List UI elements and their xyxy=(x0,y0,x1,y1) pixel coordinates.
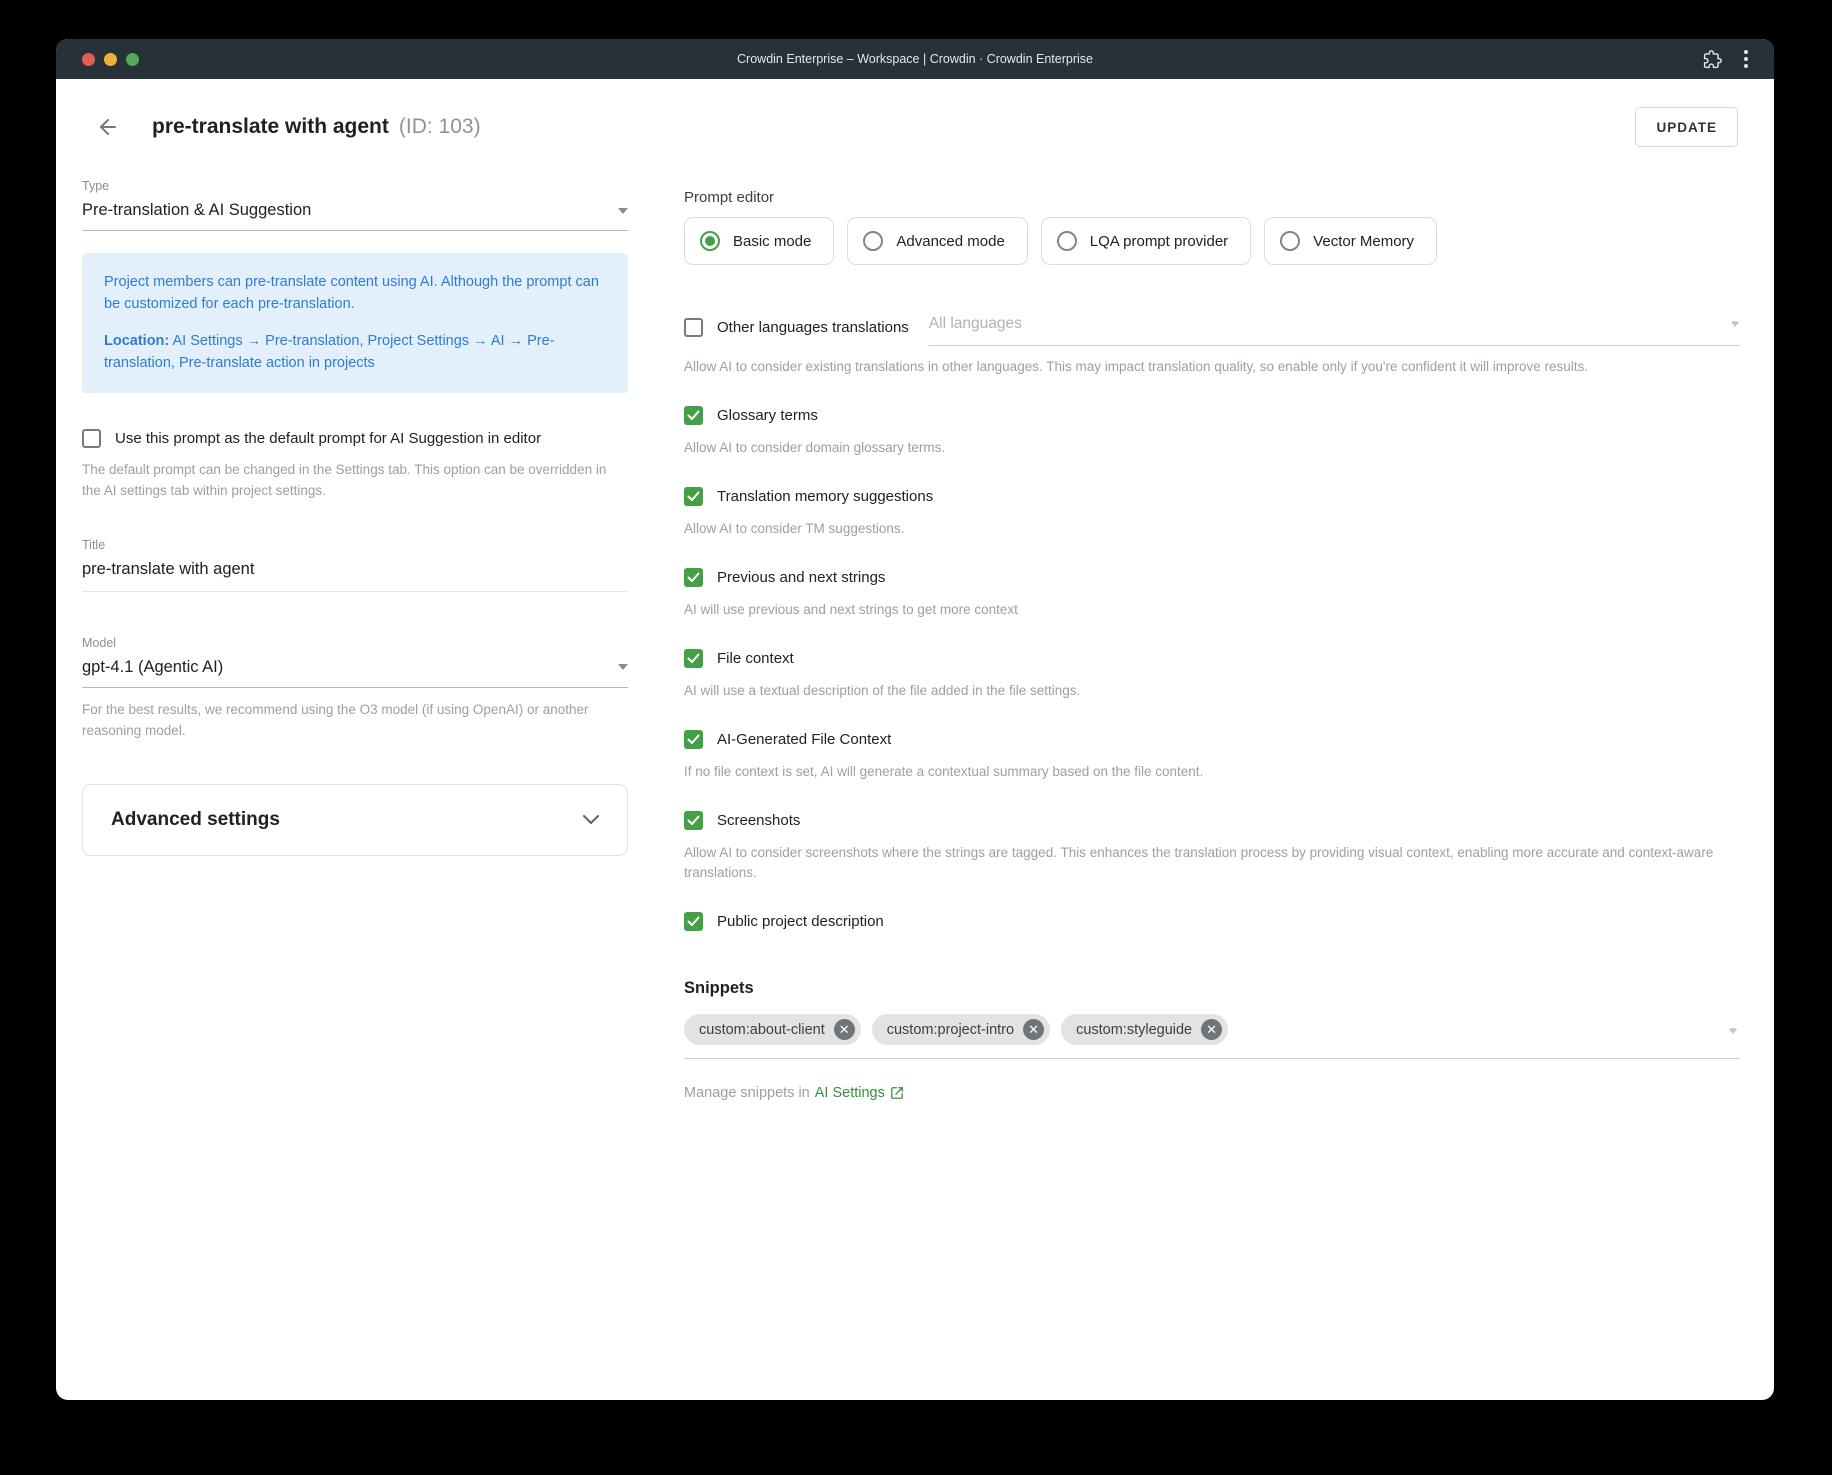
option-help: AI will use previous and next strings to… xyxy=(684,600,1740,621)
glossary-terms-checkbox[interactable] xyxy=(684,406,703,425)
prompt-editor-modes: Basic mode Advanced mode LQA prompt prov… xyxy=(684,217,1740,265)
close-icon: ✕ xyxy=(839,1023,850,1036)
info-location: Location: AI Settings → Pre-translation,… xyxy=(104,330,606,375)
other-languages-help: Allow AI to consider existing translatio… xyxy=(684,357,1740,378)
chevron-down-icon xyxy=(1728,1028,1738,1034)
option-previous-next-strings: Previous and next strings AI will use pr… xyxy=(684,568,1740,621)
model-select-value: gpt-4.1 (Agentic AI) xyxy=(82,658,223,677)
option-public-project-description: Public project description xyxy=(684,912,1740,931)
radio-icon xyxy=(1057,231,1077,251)
default-prompt-checkbox[interactable] xyxy=(82,429,101,448)
type-label: Type xyxy=(82,179,628,193)
title-input[interactable]: pre-translate with agent xyxy=(82,552,628,592)
checkbox-row-ai-generated-file-context[interactable]: AI-Generated File Context xyxy=(684,730,1740,749)
advanced-settings-toggle[interactable]: Advanced settings xyxy=(82,784,628,856)
radio-vector-memory[interactable]: Vector Memory xyxy=(1264,217,1437,265)
checkbox-row-glossary-terms[interactable]: Glossary terms xyxy=(684,406,1740,425)
translation-memory-checkbox[interactable] xyxy=(684,487,703,506)
model-label: Model xyxy=(82,636,628,650)
title-label: Title xyxy=(82,538,628,552)
default-prompt-checkbox-row[interactable]: Use this prompt as the default prompt fo… xyxy=(82,429,628,448)
settings-right-column: Prompt editor Basic mode Advanced mode L… xyxy=(684,179,1740,1101)
back-button[interactable] xyxy=(96,114,122,140)
snippet-chip: custom:styleguide ✕ xyxy=(1061,1014,1228,1045)
option-help: Allow AI to consider TM suggestions. xyxy=(684,519,1740,540)
checkbox-row-previous-next-strings[interactable]: Previous and next strings xyxy=(684,568,1740,587)
page-header: pre-translate with agent (ID: 103) UPDAT… xyxy=(56,79,1774,173)
titlebar: Crowdin Enterprise – Workspace | Crowdin… xyxy=(56,39,1774,79)
radio-icon xyxy=(700,231,720,251)
minimize-window-button[interactable] xyxy=(104,53,117,66)
option-ai-generated-file-context: AI-Generated File Context If no file con… xyxy=(684,730,1740,783)
info-text: Project members can pre-translate conten… xyxy=(104,271,606,316)
default-prompt-label: Use this prompt as the default prompt fo… xyxy=(115,430,541,447)
remove-chip-button[interactable]: ✕ xyxy=(1023,1019,1044,1040)
info-box: Project members can pre-translate conten… xyxy=(82,253,628,393)
checkbox-row-file-context[interactable]: File context xyxy=(684,649,1740,668)
chevron-down-icon xyxy=(618,664,628,670)
settings-left-column: Type Pre-translation & AI Suggestion Pro… xyxy=(82,179,628,1101)
browser-window: Crowdin Enterprise – Workspace | Crowdin… xyxy=(56,39,1774,1400)
snippet-chip: custom:about-client ✕ xyxy=(684,1014,861,1045)
external-link-icon xyxy=(890,1086,904,1100)
advanced-settings-label: Advanced settings xyxy=(111,809,280,831)
snippets-heading: Snippets xyxy=(684,979,1740,998)
manage-snippets-text: Manage snippets in AI Settings xyxy=(684,1085,1740,1101)
window-title: Crowdin Enterprise – Workspace | Crowdin… xyxy=(56,52,1774,66)
all-languages-select[interactable]: All languages xyxy=(929,309,1740,346)
chevron-down-icon xyxy=(583,815,599,825)
radio-icon xyxy=(1280,231,1300,251)
type-select[interactable]: Pre-translation & AI Suggestion xyxy=(82,193,628,231)
option-translation-memory: Translation memory suggestions Allow AI … xyxy=(684,487,1740,540)
extensions-icon[interactable] xyxy=(1703,50,1722,69)
radio-lqa-prompt-provider[interactable]: LQA prompt provider xyxy=(1041,217,1251,265)
public-project-description-checkbox[interactable] xyxy=(684,912,703,931)
other-languages-checkbox-row[interactable]: Other languages translations xyxy=(684,318,909,337)
remove-chip-button[interactable]: ✕ xyxy=(834,1019,855,1040)
remove-chip-button[interactable]: ✕ xyxy=(1201,1019,1222,1040)
option-help: Allow AI to consider domain glossary ter… xyxy=(684,438,1740,459)
file-context-checkbox[interactable] xyxy=(684,649,703,668)
other-languages-checkbox[interactable] xyxy=(684,318,703,337)
zoom-window-button[interactable] xyxy=(126,53,139,66)
checkbox-row-translation-memory[interactable]: Translation memory suggestions xyxy=(684,487,1740,506)
option-help: If no file context is set, AI will gener… xyxy=(684,762,1740,783)
ai-settings-link[interactable]: AI Settings xyxy=(815,1085,904,1101)
chevron-down-icon xyxy=(618,208,628,214)
model-help: For the best results, we recommend using… xyxy=(82,700,628,742)
ai-generated-file-context-checkbox[interactable] xyxy=(684,730,703,749)
checkbox-row-public-project-description[interactable]: Public project description xyxy=(684,912,1740,931)
option-help: Allow AI to consider screenshots where t… xyxy=(684,843,1740,885)
browser-menu-icon[interactable] xyxy=(1742,48,1750,70)
radio-basic-mode[interactable]: Basic mode xyxy=(684,217,834,265)
option-help: AI will use a textual description of the… xyxy=(684,681,1740,702)
close-icon: ✕ xyxy=(1028,1023,1039,1036)
prompt-editor-label: Prompt editor xyxy=(684,189,1740,206)
radio-icon xyxy=(863,231,883,251)
close-window-button[interactable] xyxy=(82,53,95,66)
previous-next-strings-checkbox[interactable] xyxy=(684,568,703,587)
page-title: pre-translate with agent xyxy=(152,115,389,139)
page-id: (ID: 103) xyxy=(399,115,481,139)
screenshots-checkbox[interactable] xyxy=(684,811,703,830)
traffic-lights xyxy=(82,53,139,66)
other-languages-row: Other languages translations All languag… xyxy=(684,309,1740,346)
default-prompt-help: The default prompt can be changed in the… xyxy=(82,460,628,502)
close-icon: ✕ xyxy=(1206,1023,1217,1036)
type-select-value: Pre-translation & AI Suggestion xyxy=(82,201,311,220)
update-button[interactable]: UPDATE xyxy=(1635,107,1738,147)
option-file-context: File context AI will use a textual descr… xyxy=(684,649,1740,702)
snippets-select[interactable]: custom:about-client ✕ custom:project-int… xyxy=(684,1014,1740,1059)
snippet-chip: custom:project-intro ✕ xyxy=(872,1014,1050,1045)
option-screenshots: Screenshots Allow AI to consider screens… xyxy=(684,811,1740,885)
checkbox-row-screenshots[interactable]: Screenshots xyxy=(684,811,1740,830)
chevron-down-icon xyxy=(1730,321,1740,327)
model-select[interactable]: gpt-4.1 (Agentic AI) xyxy=(82,650,628,688)
back-arrow-icon xyxy=(96,115,120,139)
option-glossary-terms: Glossary terms Allow AI to consider doma… xyxy=(684,406,1740,459)
radio-advanced-mode[interactable]: Advanced mode xyxy=(847,217,1027,265)
